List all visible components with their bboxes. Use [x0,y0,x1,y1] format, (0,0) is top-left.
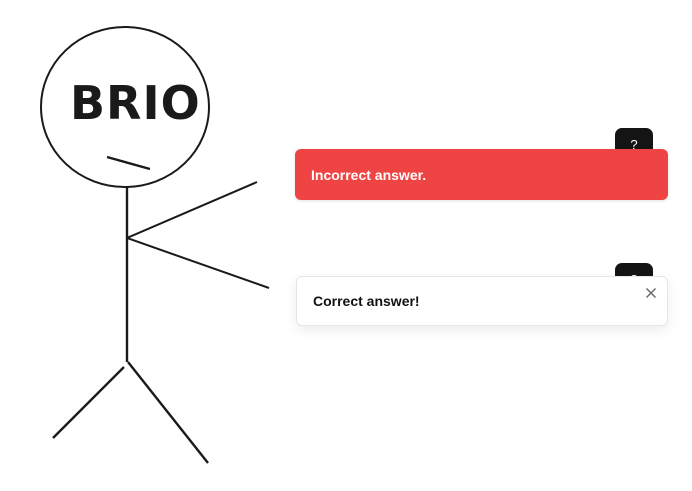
stick-figure-drawing: BRIO [40,26,270,464]
success-toast: Correct answer! [296,276,668,326]
stick-figure-left-leg [52,366,125,439]
stick-figure-lower-arm [126,237,270,289]
error-toast: Incorrect answer. [295,149,668,200]
success-toast-message: Correct answer! [313,293,420,309]
close-icon[interactable] [643,285,659,301]
stick-figure-mouth [106,155,151,171]
stick-figure-right-leg [127,361,209,464]
head-label: BRIO [70,76,201,130]
error-toast-message: Incorrect answer. [311,166,427,183]
stage: BRIO ? ? Incorrect answer. Correct answe… [0,0,692,491]
stick-figure-upper-arm [126,181,258,239]
